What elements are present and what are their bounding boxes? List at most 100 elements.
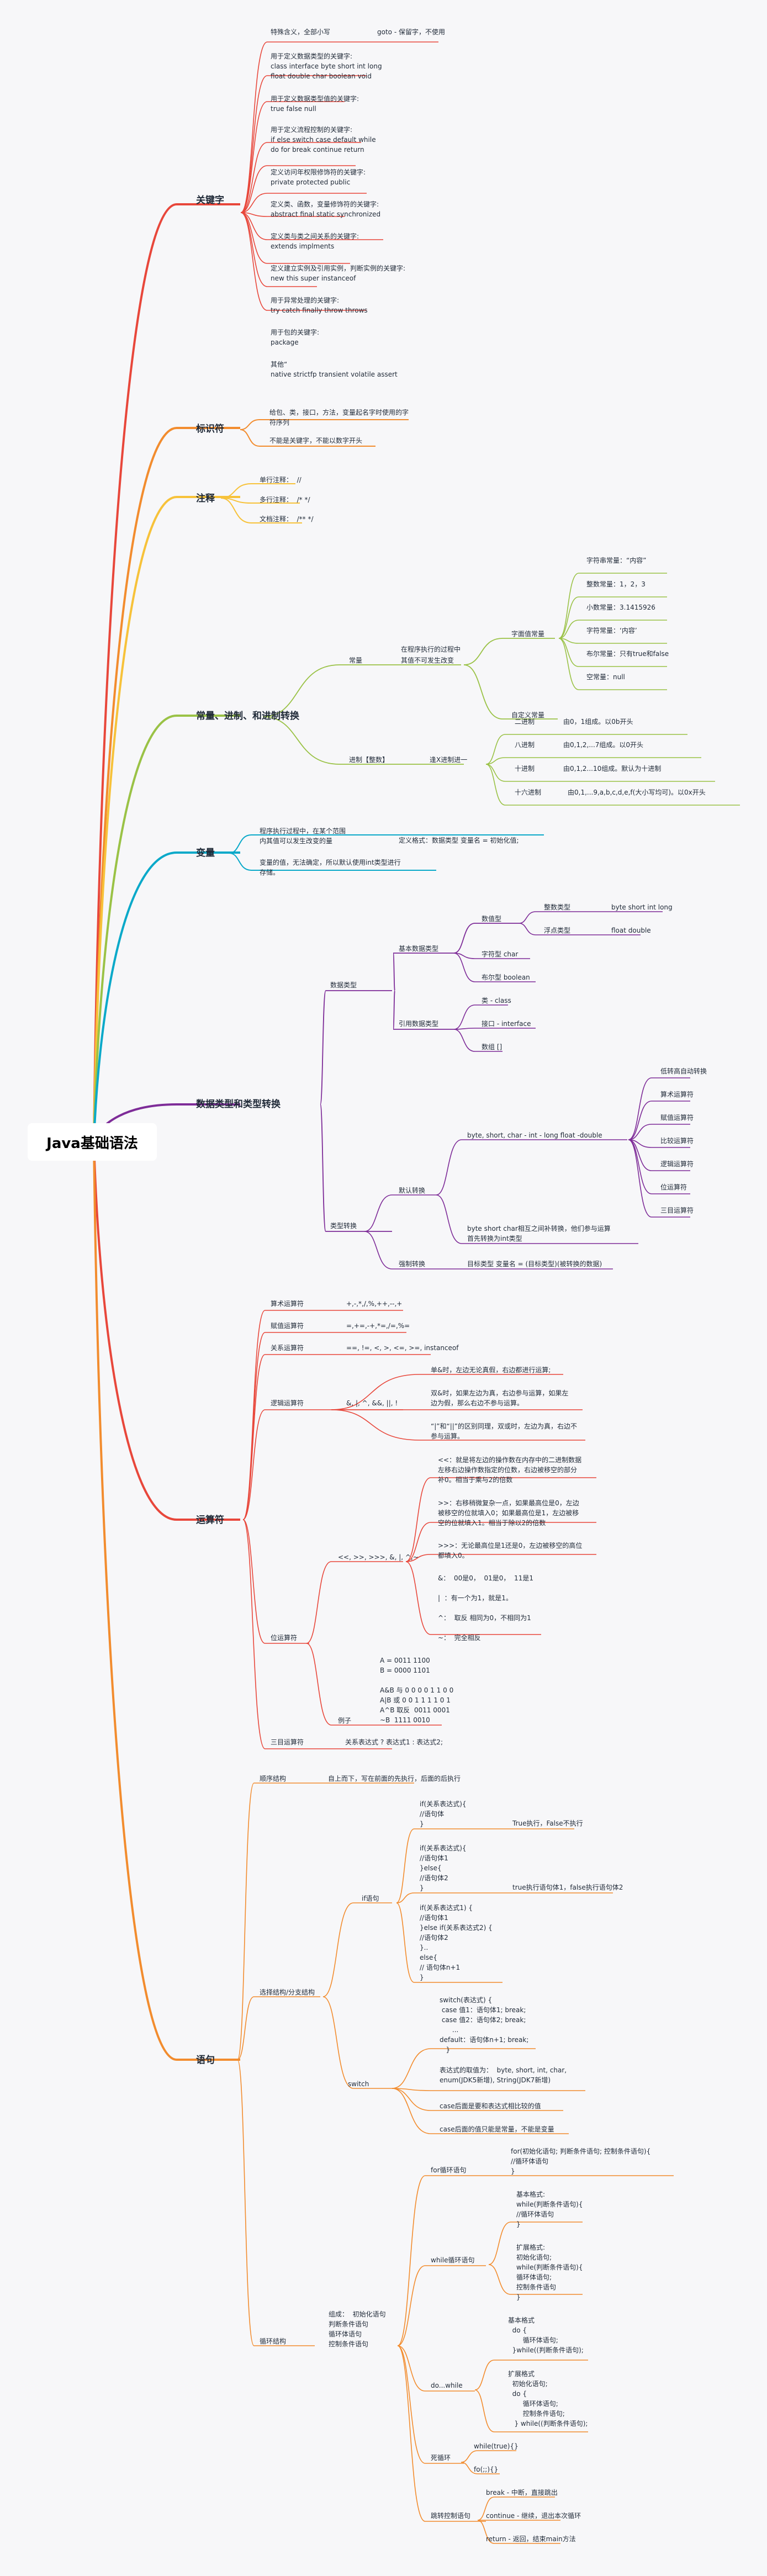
radix-name[interactable]: 十进制 bbox=[515, 764, 535, 773]
if-node[interactable]: if语句 bbox=[362, 1894, 379, 1903]
comment-item[interactable]: 文档注释： /** */ bbox=[260, 515, 314, 523]
keyword-item[interactable]: 定义建立实例及引用实例，判断实例的关键字: new this super ins… bbox=[271, 263, 405, 283]
bsc-conversion-note[interactable]: byte short char相互之间补转换，他们参与运算 首先转换为int类型 bbox=[467, 1224, 611, 1244]
order-item[interactable]: 算术运算符 bbox=[660, 1090, 694, 1099]
switch-note[interactable]: 表达式的取值为： byte, short, int, char, enum(JD… bbox=[440, 2065, 567, 2085]
char-type-node[interactable]: 字符型 char bbox=[482, 950, 518, 959]
operator-type[interactable]: 算术运算符 bbox=[271, 1299, 304, 1308]
switch-note[interactable]: case后面的值只能是常量，不能是变量 bbox=[440, 2125, 554, 2134]
bit-operator-list[interactable]: <<, >>, >>>, &, |, ^,~ bbox=[338, 1553, 419, 1562]
keyword-item[interactable]: 用于定义数据类型值的关键字: true false null bbox=[271, 94, 359, 114]
bit-note[interactable]: >>：右移稍微复杂一点，如果最高位是0，左边 被移空的位就填入0；如果最高位是1… bbox=[438, 1498, 579, 1528]
basic-type-node[interactable]: 基本数据类型 bbox=[399, 944, 438, 953]
order-item[interactable]: 赋值运算符 bbox=[660, 1113, 694, 1122]
keyword-item[interactable]: goto - 保留字，不使用 bbox=[377, 28, 445, 36]
branch-keyword[interactable]: 关键字 bbox=[196, 192, 224, 206]
variable-item[interactable]: 变量的值，无法确定，所以默认使用int类型进行 存储。 bbox=[260, 858, 401, 877]
force-conversion-node[interactable]: 强制转换 bbox=[399, 1260, 425, 1268]
loop-node[interactable]: 循环结构 bbox=[260, 2337, 286, 2346]
int-type-node[interactable]: 整数类型 bbox=[544, 903, 570, 912]
logic-note[interactable]: 单&时，左边无论真假，右边都进行运算; bbox=[431, 1366, 551, 1374]
literal-item[interactable]: 布尔常量：只有true和false bbox=[586, 649, 669, 658]
reference-type-item[interactable]: 接口 - interface bbox=[482, 1019, 531, 1028]
keyword-item[interactable]: 用于异常处理的关键字: try catch finally throw thro… bbox=[271, 295, 368, 315]
branch-datatype[interactable]: 数据类型和类型转换 bbox=[196, 1096, 281, 1110]
keyword-item[interactable]: 定义访问年权限修饰符的关键字: private protected public bbox=[271, 167, 366, 187]
dowhile-code[interactable]: 基本格式 do { 循环体语句; }while((判断条件语句); bbox=[508, 2315, 584, 2355]
bool-type-node[interactable]: 布尔型 boolean bbox=[482, 973, 530, 982]
literal-item[interactable]: 小数常量：3.1415926 bbox=[586, 603, 655, 612]
literal-item[interactable]: 整数常量：1，2，3 bbox=[586, 580, 646, 589]
branch-identifier[interactable]: 标识符 bbox=[196, 421, 224, 435]
order-item[interactable]: 低转高自动转换 bbox=[660, 1067, 707, 1076]
conversion-order[interactable]: byte, short, char - int - long float -do… bbox=[467, 1131, 602, 1140]
jump-item[interactable]: return - 返回，结束main方法 bbox=[486, 2535, 576, 2543]
dowhile-code[interactable]: 扩展格式 初始化语句; do { 循环体语句; 控制条件语句; } while(… bbox=[508, 2369, 588, 2429]
reference-type-node[interactable]: 引用数据类型 bbox=[399, 1019, 438, 1028]
default-conversion-node[interactable]: 默认转换 bbox=[399, 1186, 425, 1195]
float-type-node[interactable]: 浮点类型 bbox=[544, 926, 570, 935]
operator-type[interactable]: 三目运算符 bbox=[271, 1738, 304, 1747]
branch-constant[interactable]: 常量、进制、和进制转换 bbox=[196, 708, 299, 722]
dead-loop-item[interactable]: while(true){} bbox=[474, 2442, 519, 2451]
branch-variable[interactable]: 变量 bbox=[196, 845, 215, 859]
while-code[interactable]: 扩展格式: 初始化语句; while(判断条件语句){ 循环体语句; 控制条件语… bbox=[516, 2242, 583, 2302]
keyword-item[interactable]: 用于包的关键字: package bbox=[271, 327, 319, 347]
literal-item[interactable]: 字符串常量：“内容” bbox=[586, 556, 646, 565]
if-code[interactable]: if(关系表达式1) { //语句体1 }else if(关系表达式2) { /… bbox=[420, 1903, 493, 1982]
radix-name[interactable]: 八进制 bbox=[515, 740, 535, 749]
variable-item[interactable]: 程序执行过程中，在某个范围 内其值可以发生改变的量 bbox=[260, 826, 346, 846]
logic-note[interactable]: “|”和“||”的区别同理，双或时，左边为真，右边不 参与运算。 bbox=[431, 1421, 577, 1441]
example-node[interactable]: 例子 bbox=[338, 1716, 351, 1725]
reference-type-item[interactable]: 数组 [] bbox=[482, 1043, 502, 1051]
while-code[interactable]: 基本格式: while(判断条件语句){ //循环体语句 } bbox=[516, 2189, 583, 2229]
conversion-node[interactable]: 类型转换 bbox=[330, 1221, 357, 1230]
reference-type-item[interactable]: 类 - class bbox=[482, 996, 511, 1005]
if-code[interactable]: if(关系表达式){ //语句体1 }else{ //语句体2 } bbox=[420, 1843, 467, 1893]
bit-note[interactable]: <<：就是将左边的操作数在内存中的二进制数据 左移右边操作数指定的位数，右边被移… bbox=[438, 1455, 581, 1485]
sequence-node[interactable]: 顺序结构 bbox=[260, 1774, 286, 1783]
literal-constant-node[interactable]: 字面值常量 bbox=[511, 630, 544, 638]
dead-loop-item[interactable]: fo(;;){} bbox=[474, 2465, 498, 2474]
logic-note[interactable]: 双&时，如果左边为真，右边参与运算，如果左 边为假，那么右边不参与运算。 bbox=[431, 1388, 568, 1408]
identifier-item[interactable]: 不能是关键字，不能以数字开头 bbox=[269, 436, 362, 445]
for-code[interactable]: for(初始化语句; 判断条件语句; 控制条件语句){ //循环体语句 } bbox=[511, 2146, 650, 2176]
branch-operator[interactable]: 运算符 bbox=[196, 1512, 224, 1526]
for-node[interactable]: for循环语句 bbox=[431, 2166, 467, 2175]
comment-item[interactable]: 多行注释： /* */ bbox=[260, 495, 310, 504]
jump-item[interactable]: continue - 继续，退出本次循环 bbox=[486, 2511, 581, 2520]
operator-type[interactable]: 赋值运算符 bbox=[271, 1321, 304, 1330]
keyword-item[interactable]: 用于定义流程控制的关键字: if else switch case defaul… bbox=[271, 125, 376, 155]
order-item[interactable]: 位运算符 bbox=[660, 1183, 687, 1192]
dowhile-node[interactable]: do...while bbox=[431, 2381, 463, 2390]
keyword-item[interactable]: 用于定义数据类型的关键字: class interface byte short… bbox=[271, 51, 382, 81]
branch-comment[interactable]: 注释 bbox=[196, 490, 215, 504]
order-item[interactable]: 逻辑运算符 bbox=[660, 1160, 694, 1168]
jump-item[interactable]: break - 中断，直接跳出 bbox=[486, 2488, 558, 2497]
keyword-item[interactable]: 其他“ native strictfp transient volatile a… bbox=[271, 359, 398, 379]
if-code[interactable]: if(关系表达式){ //语句体 } bbox=[420, 1799, 467, 1829]
order-item[interactable]: 三目运算符 bbox=[660, 1206, 694, 1215]
keyword-item[interactable]: 特殊含义，全部小写 bbox=[271, 28, 330, 36]
jump-node[interactable]: 跳转控制语句 bbox=[431, 2511, 470, 2520]
bit-note[interactable]: &： 00是0， 01是0， 11是1 | ：有一个为1，就是1。 ^： 取反 … bbox=[438, 1573, 533, 1643]
switch-note[interactable]: case后面是要和表达式相比较的值 bbox=[440, 2102, 541, 2110]
keyword-item[interactable]: 定义类、函数，变量修饰符的关键字: abstract final static … bbox=[271, 199, 380, 219]
keyword-item[interactable]: 定义类与类之间关系的关键字: extends implments bbox=[271, 231, 359, 251]
root-node[interactable]: Java基础语法 bbox=[28, 1123, 157, 1161]
radix-node[interactable]: 进制【整数】 bbox=[349, 755, 389, 764]
dead-loop-node[interactable]: 死循环 bbox=[431, 2453, 451, 2462]
identifier-item[interactable]: 给包、类，接口，方法，变量起名字时使用的字 符序列 bbox=[269, 408, 409, 427]
operator-type[interactable]: 逻辑运算符 bbox=[271, 1399, 304, 1408]
order-item[interactable]: 比较运算符 bbox=[660, 1136, 694, 1145]
radix-name[interactable]: 十六进制 bbox=[515, 788, 541, 797]
bit-operator-node[interactable]: 位运算符 bbox=[271, 1633, 297, 1642]
radix-name[interactable]: 二进制 bbox=[515, 717, 535, 726]
operator-type[interactable]: 关系运算符 bbox=[271, 1343, 304, 1352]
bit-note[interactable]: >>>：无论最高位是1还是0，左边被移空的高位 都填入0。 bbox=[438, 1541, 582, 1561]
comment-item[interactable]: 单行注释： // bbox=[260, 475, 301, 484]
literal-item[interactable]: 空常量：null bbox=[586, 673, 625, 681]
constant-node[interactable]: 常量 bbox=[349, 656, 362, 665]
datatype-node[interactable]: 数据类型 bbox=[330, 981, 357, 990]
switch-code[interactable]: switch(表达式) { case 值1：语句体1; break; case … bbox=[440, 1995, 528, 2055]
